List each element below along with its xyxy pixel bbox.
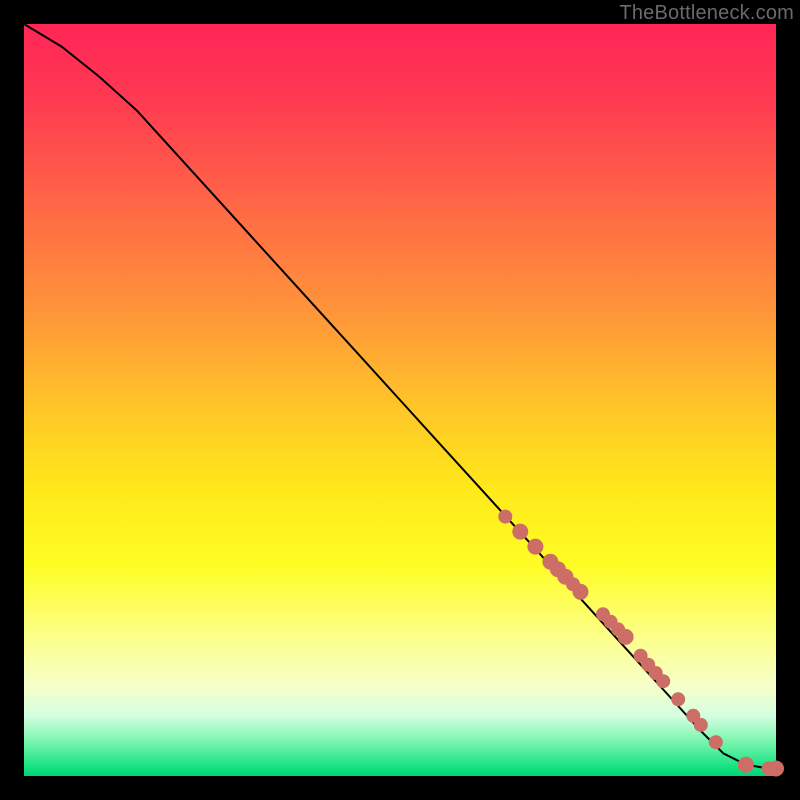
plot-background	[24, 24, 776, 776]
chart-stage: TheBottleneck.com	[0, 0, 800, 800]
watermark-text: TheBottleneck.com	[619, 2, 794, 25]
